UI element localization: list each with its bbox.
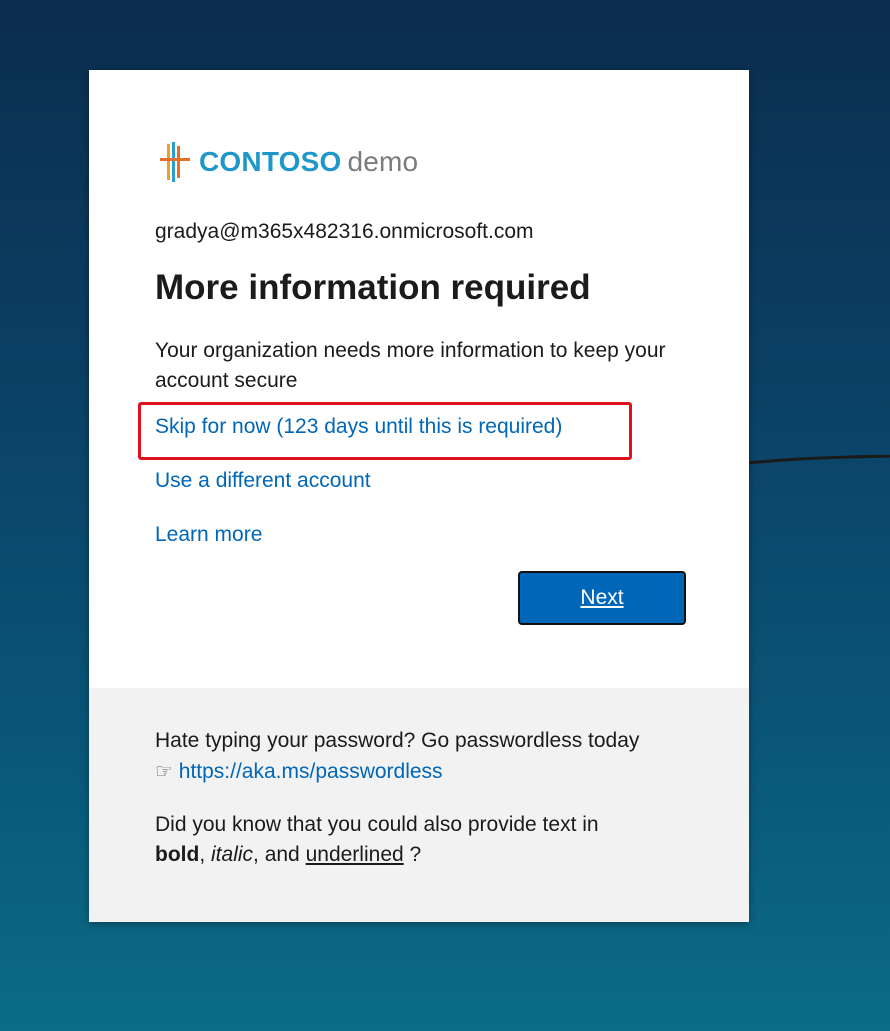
formatting-tip: Did you know that you could also provide… [155, 810, 695, 870]
page-title: More information required [155, 268, 591, 307]
passwordless-link[interactable]: https://aka.ms/passwordless [179, 760, 443, 783]
learn-more-link[interactable]: Learn more [155, 523, 262, 547]
main-pane: CONTOSO demo gradya@m365x482316.onmicroso… [89, 70, 749, 688]
contoso-logo-icon [160, 142, 190, 182]
passwordless-text: Hate typing your password? Go passwordle… [155, 729, 640, 752]
logo-brand: CONTOSO [199, 146, 342, 177]
sign-in-dialog: CONTOSO demo gradya@m365x482316.onmicroso… [89, 70, 749, 922]
use-different-account-link[interactable]: Use a different account [155, 469, 371, 493]
formatting-tip-prefix: Did you know that you could also provide… [155, 813, 599, 836]
logo-wordmark: CONTOSO demo [199, 142, 418, 182]
user-identity: gradya@m365x482316.onmicrosoft.com [155, 220, 534, 243]
bold-sample: bold [155, 843, 200, 866]
background-streak [748, 455, 890, 465]
page-description: Your organization needs more information… [155, 339, 666, 392]
underlined-sample: underlined [305, 843, 404, 866]
passwordless-tip: Hate typing your password? Go passwordle… [155, 726, 695, 787]
separator-comma: , [199, 843, 206, 866]
logo-suffix: demo [347, 146, 419, 177]
company-logo: CONTOSO demo [160, 142, 418, 182]
question-mark: ? [409, 843, 422, 866]
skip-for-now-link[interactable]: Skip for now (123 days until this is req… [155, 415, 562, 439]
next-button[interactable]: Next [518, 571, 686, 625]
separator-and: , and [253, 843, 300, 866]
footer-pane: Hate typing your password? Go passwordle… [89, 688, 749, 922]
pointing-hand-icon: ☞ [155, 759, 173, 783]
italic-sample: italic [211, 843, 254, 866]
